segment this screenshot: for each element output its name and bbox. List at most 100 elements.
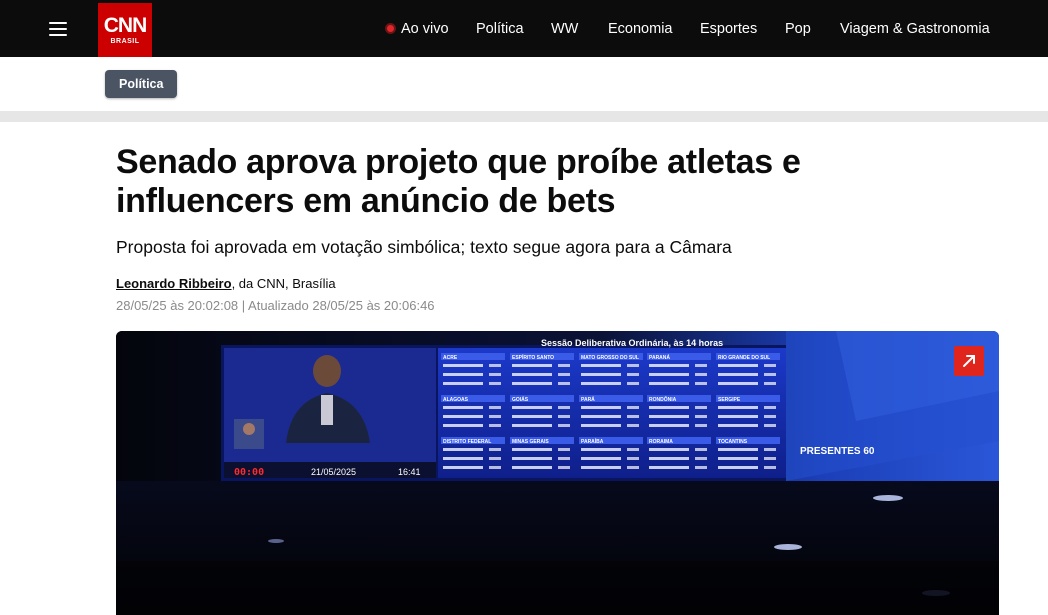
vote-panel-party-line xyxy=(489,466,501,469)
vote-panel-name-line xyxy=(443,466,483,469)
vote-panel-name-line xyxy=(581,448,621,451)
vote-panel-party-line xyxy=(489,424,501,427)
vote-panel-name-line xyxy=(512,364,552,367)
nav-pop[interactable]: Pop xyxy=(785,0,811,57)
vote-panel-state: MINAS GERAIS xyxy=(512,439,549,445)
vote-panel-name-line xyxy=(512,406,552,409)
session-title: Sessão Deliberativa Ordinária, às 14 hor… xyxy=(541,338,723,348)
vote-panel-name-line xyxy=(581,382,621,385)
vote-panel-name-line xyxy=(581,364,621,367)
vote-panel-party-line xyxy=(627,373,639,376)
vote-panel-name-line xyxy=(649,382,689,385)
vote-panel-party-line xyxy=(627,448,639,451)
vote-panel-party-line xyxy=(764,373,776,376)
vote-panel-party-line xyxy=(627,457,639,460)
vote-panel-name-line xyxy=(718,406,758,409)
vote-panel-name-line xyxy=(512,448,552,451)
vote-panel-name-line xyxy=(649,373,689,376)
vote-panel-party-line xyxy=(489,457,501,460)
vote-panel-state: TOCANTINS xyxy=(718,439,748,445)
vote-panel-name-line xyxy=(718,448,758,451)
nav-politica[interactable]: Política xyxy=(476,0,524,57)
byline: Leonardo Ribbeiro, da CNN, Brasília xyxy=(116,276,336,291)
vote-panel-name-line xyxy=(443,364,483,367)
vote-panel-state: GOIÁS xyxy=(512,396,529,403)
nav-ww[interactable]: WW xyxy=(551,0,578,57)
vote-panel-party-line xyxy=(489,406,501,409)
vote-panel-state: MATO GROSSO DO SUL xyxy=(581,355,639,361)
vote-panel-state: ALAGOAS xyxy=(443,397,469,403)
vote-panel-name-line xyxy=(718,415,758,418)
top-navigation-bar: CNN BRASIL Ao vivo Política WW Economia … xyxy=(0,0,1048,57)
byline-rest: , da CNN, Brasília xyxy=(231,276,336,291)
section-divider xyxy=(0,111,1048,122)
vote-panel-name-line xyxy=(443,448,483,451)
vote-panel-state: SERGIPE xyxy=(718,397,741,403)
vote-panel-state: ESPÍRITO SANTO xyxy=(512,353,554,361)
senate-chamber-photo: 00:00 21/05/2025 16:41 Sessão Deliberati… xyxy=(116,331,999,615)
vote-panel-state: RORAIMA xyxy=(649,439,673,445)
vote-panel-party-line xyxy=(695,406,707,409)
logo-text: CNN xyxy=(103,13,147,37)
vote-panel-party-line xyxy=(695,415,707,418)
vote-panel-party-line xyxy=(558,457,570,460)
vote-panel-party-line xyxy=(558,415,570,418)
author-link[interactable]: Leonardo Ribbeiro xyxy=(116,276,232,291)
photo-time: 16:41 xyxy=(398,467,421,477)
vote-panel-party-line xyxy=(695,364,707,367)
vote-panel-party-line xyxy=(627,424,639,427)
vote-panel-name-line xyxy=(512,415,552,418)
vote-panel-party-line xyxy=(695,457,707,460)
vote-panel-name-line xyxy=(443,373,483,376)
nav-economia[interactable]: Economia xyxy=(608,0,672,57)
vote-panel-name-line xyxy=(718,424,758,427)
vote-panel-name-line xyxy=(443,406,483,409)
vote-panel-party-line xyxy=(558,466,570,469)
vote-panel-party-line xyxy=(627,466,639,469)
vote-panel-state: ACRE xyxy=(443,355,458,361)
vote-panel-name-line xyxy=(512,424,552,427)
vote-panel-name-line xyxy=(649,406,689,409)
vote-panel-name-line xyxy=(581,466,621,469)
vote-panel-name-line xyxy=(649,415,689,418)
vote-panel-name-line xyxy=(581,457,621,460)
vote-panel-name-line xyxy=(718,382,758,385)
vote-panel-name-line xyxy=(649,448,689,451)
vote-panel-party-line xyxy=(764,406,776,409)
vote-panel-party-line xyxy=(695,382,707,385)
menu-icon[interactable] xyxy=(49,22,67,36)
nav-live[interactable]: Ao vivo xyxy=(385,0,449,57)
nav-viagem-gastronomia[interactable]: Viagem & Gastronomia xyxy=(840,0,990,57)
vote-panel-party-line xyxy=(558,364,570,367)
vote-panel-party-line xyxy=(695,373,707,376)
vote-panel-name-line xyxy=(649,457,689,460)
vote-panel-party-line xyxy=(764,448,776,451)
nav-esportes[interactable]: Esportes xyxy=(700,0,757,57)
hero-image[interactable]: 00:00 21/05/2025 16:41 Sessão Deliberati… xyxy=(116,331,999,615)
vote-panel-name-line xyxy=(581,373,621,376)
vote-panel-party-line xyxy=(627,364,639,367)
vote-panel-party-line xyxy=(558,373,570,376)
vote-panel-name-line xyxy=(443,415,483,418)
vote-panel-name-line xyxy=(718,364,758,367)
article-subheadline: Proposta foi aprovada em votação simbóli… xyxy=(116,237,732,257)
section-tag[interactable]: Política xyxy=(105,70,178,98)
arrow-up-right-icon xyxy=(963,355,975,367)
vote-panel-state: PARÁ xyxy=(581,396,595,403)
vote-panel-name-line xyxy=(649,466,689,469)
vote-panel-party-line xyxy=(764,466,776,469)
vote-panel-name-line xyxy=(581,406,621,409)
vote-panel-party-line xyxy=(764,415,776,418)
vote-panel-party-line xyxy=(627,406,639,409)
vote-panel-state: PARAÍBA xyxy=(581,437,604,445)
vote-panel-party-line xyxy=(558,406,570,409)
vote-panel-name-line xyxy=(718,457,758,460)
cnn-brasil-logo[interactable]: CNN BRASIL xyxy=(98,3,152,57)
vote-panel-party-line xyxy=(627,382,639,385)
vote-panel-name-line xyxy=(512,382,552,385)
photo-date: 21/05/2025 xyxy=(311,467,356,477)
live-dot-icon xyxy=(385,23,396,34)
vote-panel-party-line xyxy=(764,457,776,460)
expand-image-button[interactable] xyxy=(954,346,984,376)
vote-panel-name-line xyxy=(512,466,552,469)
